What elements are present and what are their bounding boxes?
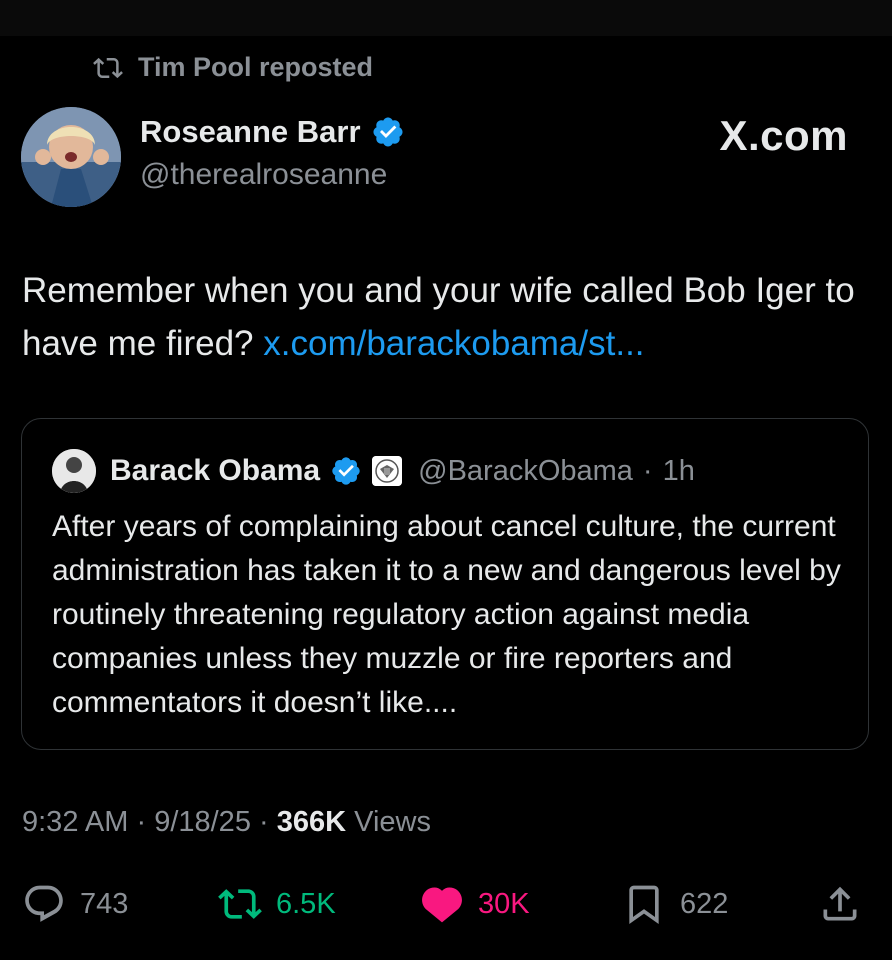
bookmark-count: 622 [680, 887, 729, 920]
quoted-author-avatar[interactable] [52, 449, 96, 493]
reply-count: 743 [80, 887, 129, 920]
tweet-time[interactable]: 9:32 AM [22, 806, 128, 838]
separator-dot: · [259, 806, 277, 838]
like-count: 30K [478, 887, 530, 920]
quoted-tweet[interactable]: Barack Obama @BarackObama · 1h After yea… [21, 418, 869, 750]
tweet-link[interactable]: x.com/barackobama/st... [263, 324, 644, 363]
repost-count: 6.5K [276, 887, 336, 920]
heart-icon [422, 887, 462, 923]
share-icon [823, 886, 857, 921]
quoted-author-handle[interactable]: @BarackObama [418, 455, 633, 488]
tweet-date[interactable]: 9/18/25 [154, 806, 251, 838]
separator-dot: · [136, 806, 155, 838]
tweet-meta: 9:32 AM · 9/18/25 · 366K Views [22, 806, 431, 839]
repost-button[interactable]: 6.5K [218, 878, 336, 930]
author-avatar[interactable] [21, 107, 121, 207]
author-name-row[interactable]: Roseanne Barr [140, 114, 405, 150]
reply-button[interactable]: 743 [22, 878, 128, 930]
tweet-text: Remember when you and your wife called B… [22, 264, 872, 370]
share-button[interactable] [818, 878, 862, 930]
quoted-tweet-text: After years of complaining about cancel … [52, 510, 841, 719]
author-name[interactable]: Roseanne Barr [140, 114, 361, 150]
top-bar [0, 0, 892, 36]
reply-icon [25, 885, 63, 922]
bookmark-icon [629, 885, 659, 925]
verified-badge-icon [332, 457, 360, 485]
repost-indicator[interactable]: Tim Pool reposted [90, 52, 373, 83]
repost-icon [218, 889, 262, 919]
verified-badge-icon [373, 117, 403, 147]
like-button[interactable]: 30K [420, 878, 530, 930]
action-bar: 743 6.5K 30K 622 [22, 878, 872, 930]
xcom-watermark: X.com [719, 112, 848, 159]
quoted-time[interactable]: 1h [663, 455, 695, 488]
quoted-tweet-header: Barack Obama @BarackObama · 1h [52, 449, 695, 493]
views-count: 366K [276, 806, 347, 838]
bookmark-button[interactable]: 622 [622, 878, 728, 930]
quoted-author-name[interactable]: Barack Obama [110, 454, 320, 488]
author-handle[interactable]: @therealroseanne [140, 158, 387, 192]
separator-dot: · [642, 454, 653, 487]
views-label: Views [354, 806, 431, 838]
government-seal-icon [372, 456, 403, 486]
repost-label: Tim Pool reposted [138, 52, 374, 82]
repost-icon [93, 57, 123, 78]
